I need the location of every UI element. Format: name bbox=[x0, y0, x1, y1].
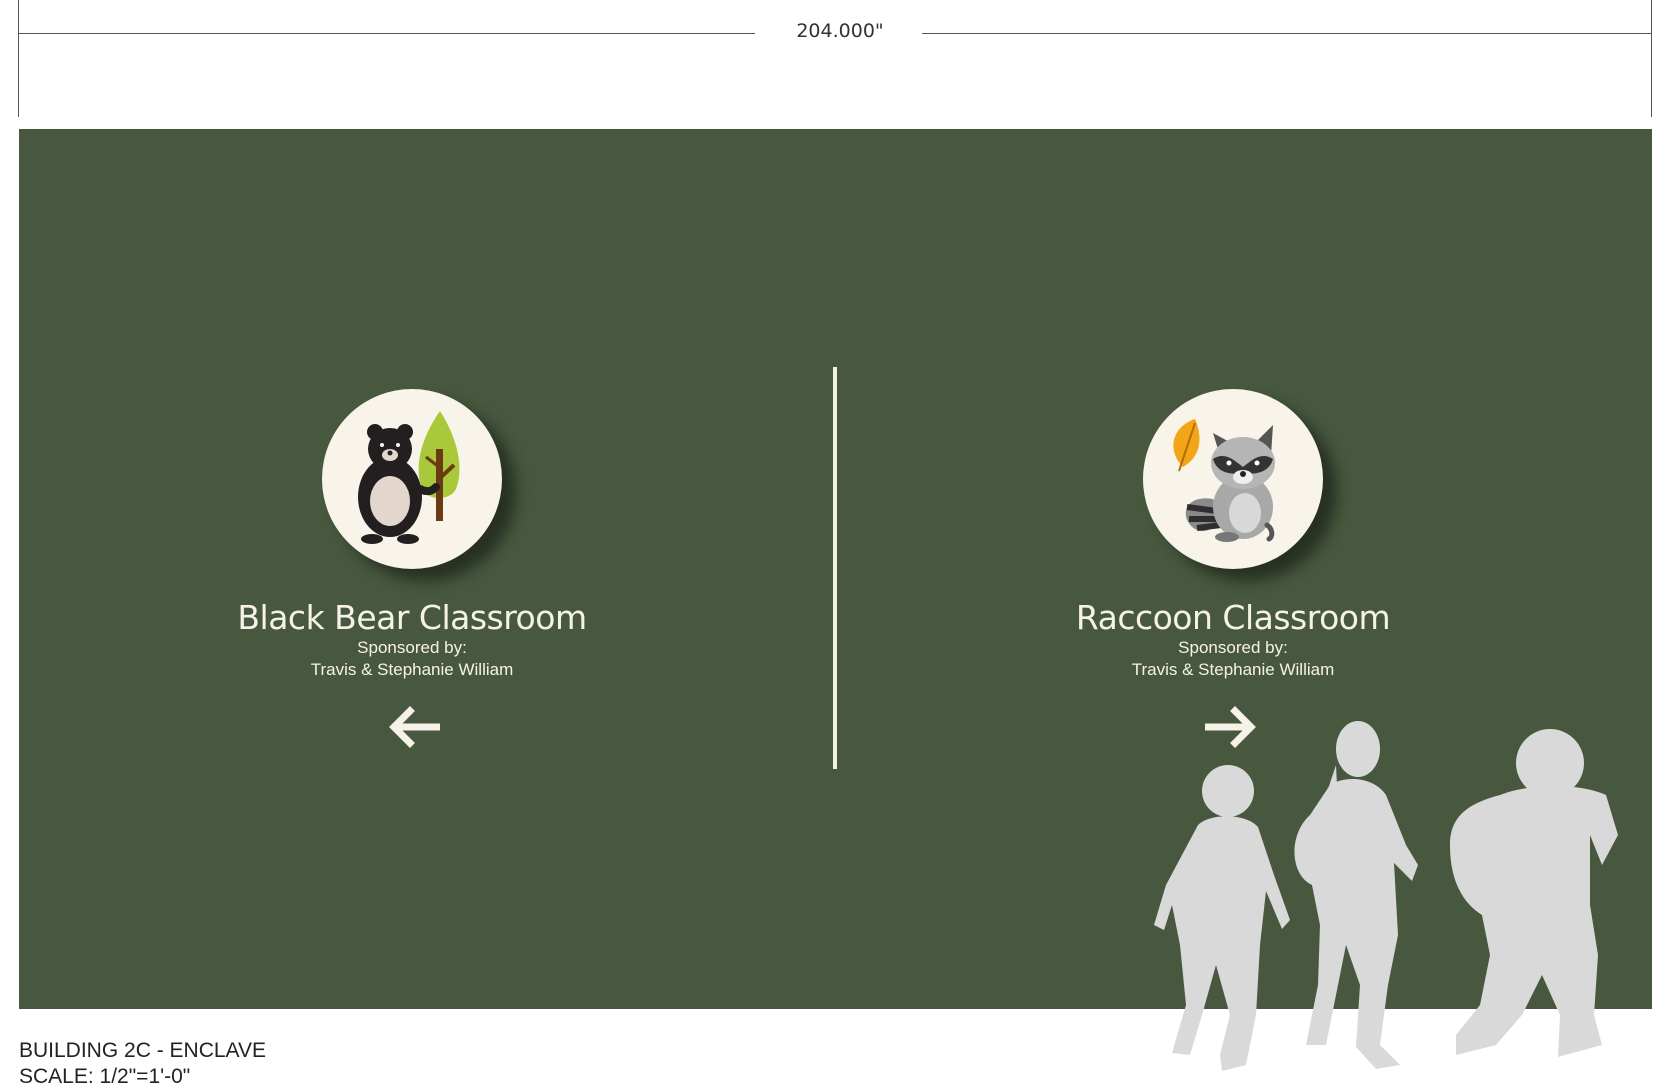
raccoon-sponsor-label: Sponsored by: bbox=[1178, 638, 1288, 657]
child-silhouette-3 bbox=[1450, 729, 1618, 1057]
children-silhouettes bbox=[1154, 721, 1618, 1071]
scale-label: SCALE: 1/2"=1'-0" bbox=[19, 1065, 191, 1088]
dimension-line-right bbox=[922, 33, 1652, 34]
dimension-line-left bbox=[18, 33, 755, 34]
arrow-left-icon bbox=[389, 706, 440, 748]
center-divider bbox=[833, 367, 837, 769]
dimension-tick-right bbox=[1651, 0, 1652, 117]
black-bear-sponsor-label: Sponsored by: bbox=[357, 638, 467, 657]
black-bear-icon bbox=[358, 411, 460, 544]
black-bear-icon-badge bbox=[322, 389, 502, 569]
raccoon-icon-badge bbox=[1143, 389, 1323, 569]
raccoon-sponsor-names: Travis & Stephanie William bbox=[1131, 660, 1335, 679]
child-silhouette-2 bbox=[1294, 721, 1418, 1069]
black-bear-classroom-title: Black Bear Classroom bbox=[237, 598, 587, 637]
raccoon-classroom-title: Raccoon Classroom bbox=[1075, 598, 1391, 637]
child-silhouette-1 bbox=[1154, 765, 1290, 1071]
building-label: BUILDING 2C - ENCLAVE bbox=[19, 1039, 267, 1062]
black-bear-sponsor-names: Travis & Stephanie William bbox=[310, 660, 514, 679]
raccoon-icon bbox=[1173, 419, 1275, 542]
dimension-label: 204.000" bbox=[796, 20, 884, 42]
dimension-tick-left bbox=[18, 0, 19, 117]
